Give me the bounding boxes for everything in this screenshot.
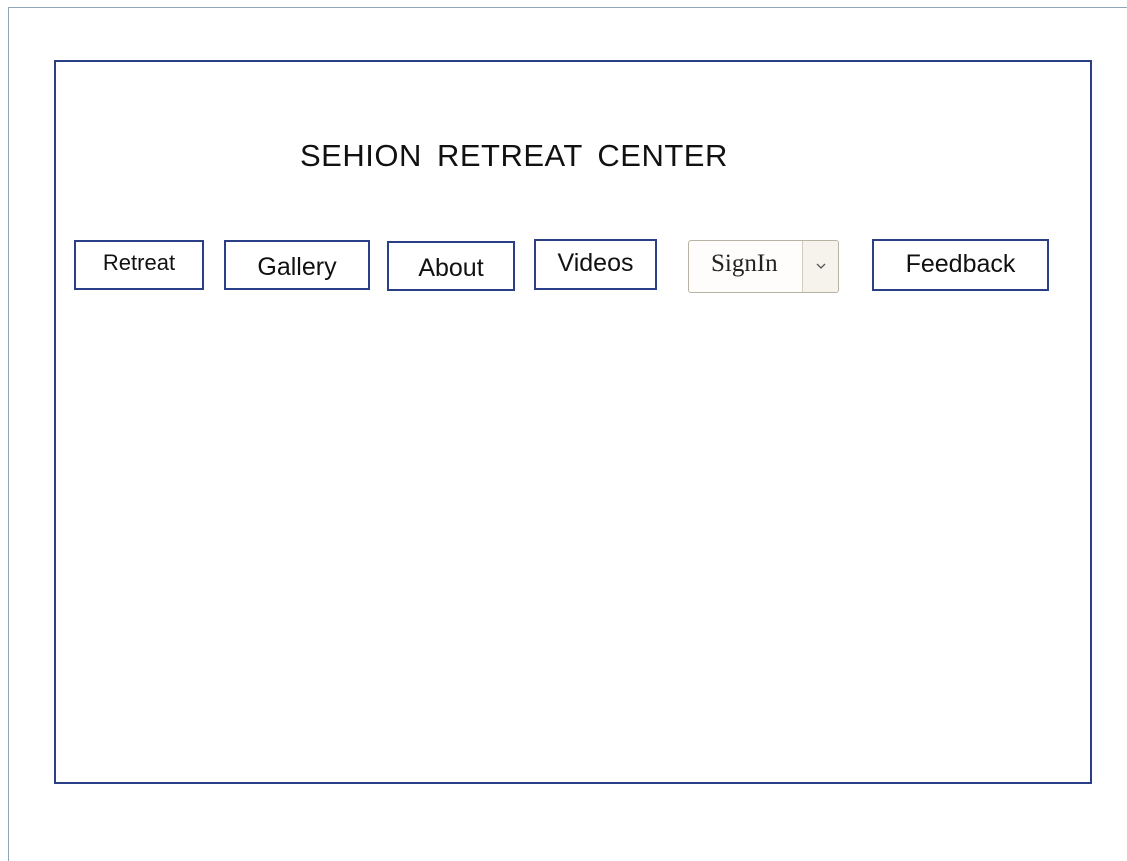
about-button-label: About — [418, 254, 484, 282]
about-button[interactable]: About — [387, 241, 515, 291]
videos-button-label: Videos — [557, 249, 634, 277]
page-title: SEHION RETREAT CENTER — [300, 138, 728, 173]
videos-button[interactable]: Videos — [534, 239, 657, 290]
retreat-button[interactable]: Retreat — [74, 240, 204, 290]
chevron-down-icon — [816, 263, 826, 269]
feedback-button[interactable]: Feedback — [872, 239, 1049, 291]
signin-dropdown[interactable]: SignIn — [688, 240, 839, 293]
gallery-button-label: Gallery — [257, 253, 337, 281]
retreat-button-label: Retreat — [102, 250, 176, 275]
signin-dropdown-toggle[interactable] — [802, 241, 838, 292]
signin-selected-value: SignIn — [711, 250, 778, 277]
gallery-button[interactable]: Gallery — [224, 240, 370, 290]
feedback-button-label: Feedback — [905, 250, 1016, 278]
